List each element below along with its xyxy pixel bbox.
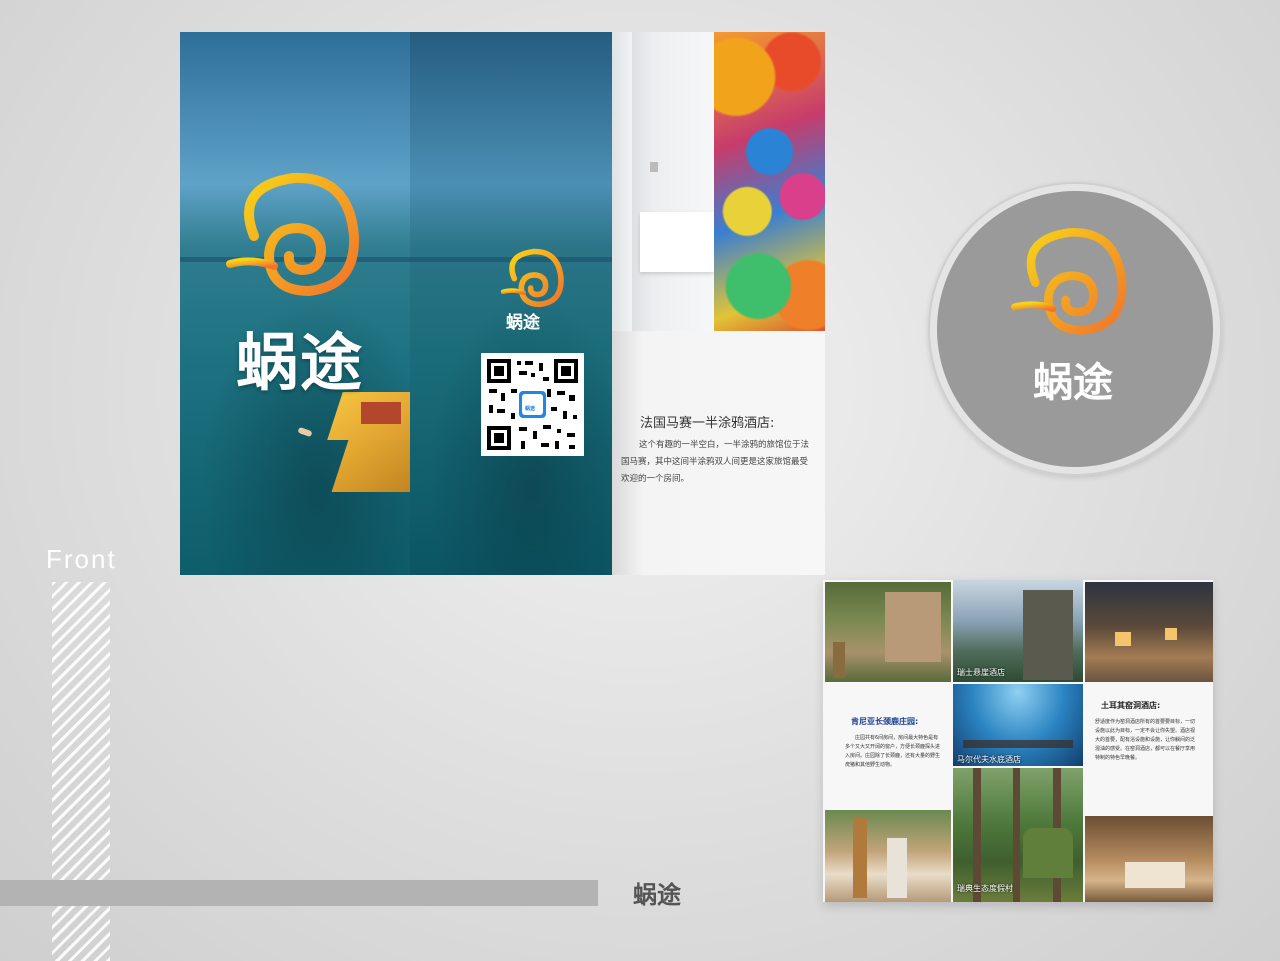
maldives-caption: 马尔代夫水底酒店 (957, 755, 1021, 764)
article-body: 这个有趣的一半空白，一半涂鸦的旅馆位于法国马赛，其中这间半涂鸦双人间更是这家旅馆… (621, 440, 810, 484)
swiss-caption: 瑞士悬崖酒店 (957, 668, 1005, 677)
sweden-forest-photo (953, 768, 1083, 902)
bottom-brand-title: 蜗途 (633, 881, 681, 909)
snail-logo-small-icon (500, 248, 564, 308)
cover-brand-title: 蜗途 (236, 326, 365, 399)
brochure-back-panel: 蜗途 (410, 32, 612, 575)
kenya-body: 庄园共有6间房间，房间最大特色是有多个又大又开阔的窗户，方便长颈鹿探头进入房间。… (845, 735, 941, 768)
graffiti-wall-photo (714, 32, 825, 331)
giraffe-window-photo (825, 810, 951, 902)
sweden-caption: 瑞典生态度假村 (957, 884, 1013, 893)
small-brand-title: 蜗途 (506, 313, 540, 333)
snail-logo-icon (226, 172, 360, 297)
article-title: 法国马赛一半涂鸦酒店: (640, 416, 775, 431)
snail-logo-circle-icon (1011, 228, 1127, 335)
turkey-body: 舒适度作为窑洞酒店所有的首要要目标，一切设施以此为目标，一定不会让你失望。酒店视… (1095, 719, 1196, 761)
white-room-photo (612, 32, 714, 331)
brochure-cover-panel: 蜗途 (180, 32, 410, 575)
kenya-manor-photo (825, 582, 951, 682)
floating-house-image (327, 392, 410, 512)
turkey-title: 土耳其窑洞酒店: (1101, 701, 1161, 710)
thumbnail-sheet: 瑞士悬崖酒店 肯尼亚长颈鹿庄园: 庄园共有6间房间，房间最大特色是有多个又大又开… (823, 580, 1213, 902)
front-label: Front (46, 544, 117, 574)
turkey-cave-photo (1085, 582, 1213, 682)
turkey-cave-room-photo (1085, 816, 1213, 902)
bottom-bar (0, 880, 598, 906)
kenya-title: 肯尼亚长颈鹿庄园: (851, 717, 919, 726)
circle-brand-title: 蜗途 (1033, 360, 1113, 406)
qr-code[interactable]: 蜗途 (481, 353, 584, 456)
qr-badge-label: 蜗途 (525, 406, 536, 412)
